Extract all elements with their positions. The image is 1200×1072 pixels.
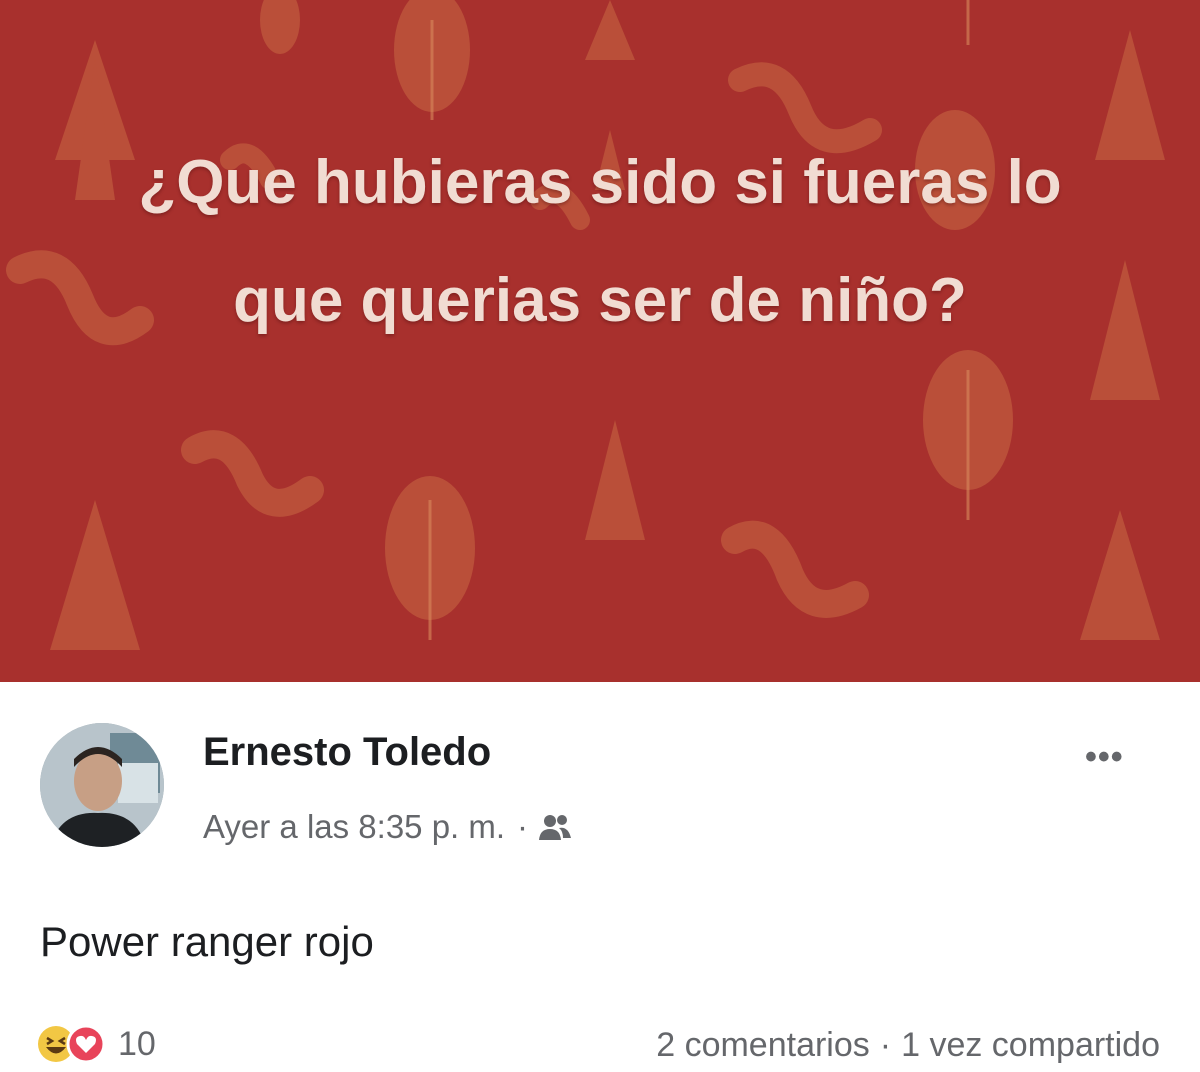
shares-count-link[interactable]: 1 vez compartido [901, 1026, 1160, 1065]
post-meta: Ayer a las 8:35 p. m. · [203, 808, 572, 846]
reactions-summary[interactable]: 10 [36, 1024, 156, 1064]
more-options-button[interactable]: ••• [1085, 738, 1124, 777]
author-name[interactable]: Ernesto Toledo [203, 730, 491, 775]
comments-count-link[interactable]: 2 comentarios [656, 1026, 870, 1065]
engagement-summary: 2 comentarios · 1 vez compartido [656, 1026, 1160, 1065]
friends-icon [538, 812, 572, 842]
avatar-photo [40, 723, 164, 847]
post-text: Power ranger rojo [40, 918, 374, 965]
engagement-separator: · [879, 1026, 892, 1064]
reaction-count: 10 [118, 1024, 156, 1063]
author-avatar[interactable] [40, 723, 164, 847]
meta-separator: · [517, 808, 529, 845]
post-background-banner: ¿Que hubieras sido si fueras lo que quer… [0, 0, 1200, 682]
post-card [0, 682, 1200, 1072]
post-timestamp[interactable]: Ayer a las 8:35 p. m. [203, 808, 505, 846]
question-text: ¿Que hubieras sido si fueras lo que quer… [138, 148, 1062, 335]
love-icon [66, 1024, 106, 1064]
